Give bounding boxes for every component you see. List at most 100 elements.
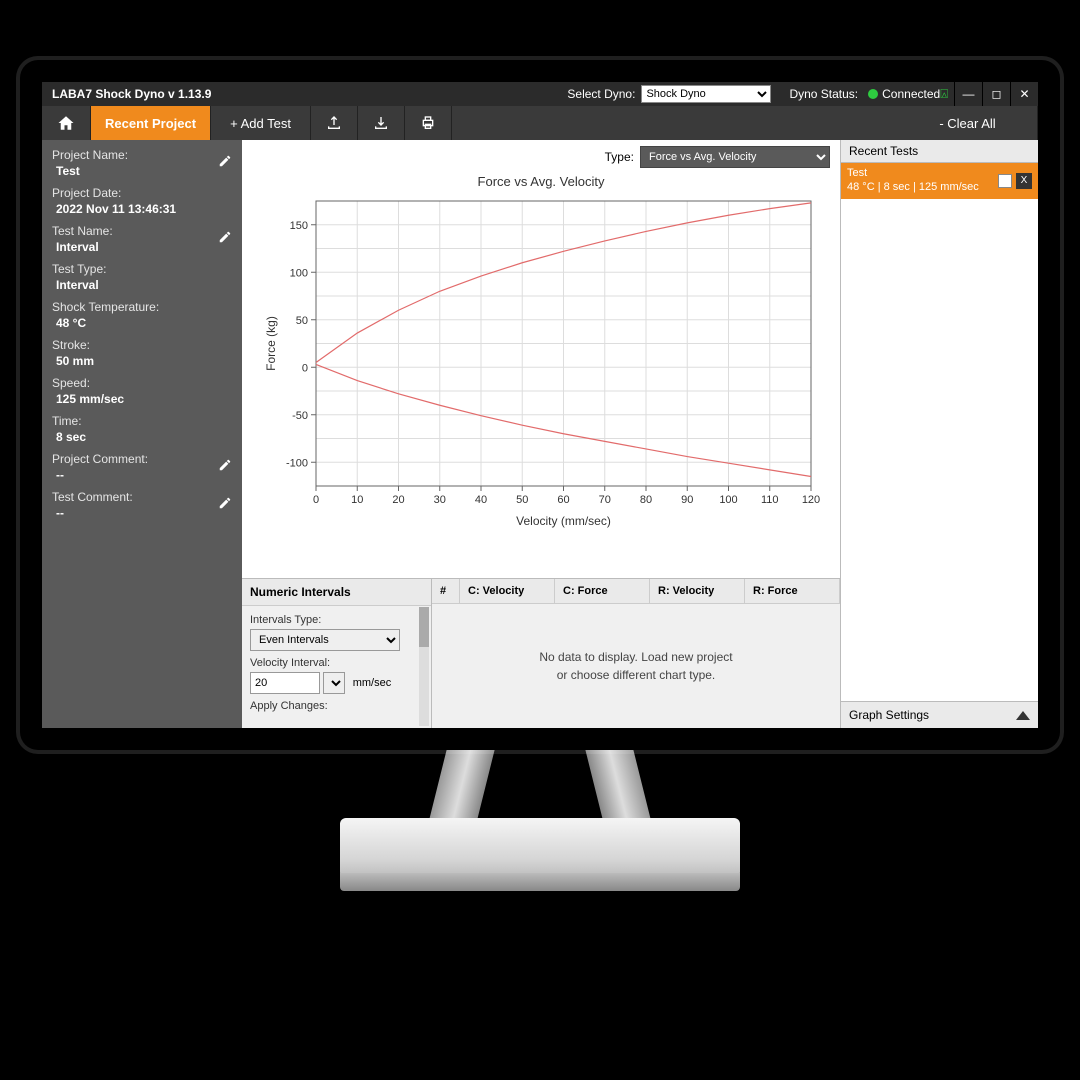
project-property: Test Name: Interval — [52, 224, 232, 254]
project-property: Test Comment: -- — [52, 490, 232, 520]
print-button[interactable] — [405, 106, 452, 140]
property-label: Project Date: — [52, 186, 232, 200]
app-title: LABA7 Shock Dyno v 1.13.9 — [42, 87, 211, 101]
svg-text:70: 70 — [599, 494, 611, 506]
sidebar: Project Name: Test Project Date: 2022 Nov… — [42, 140, 242, 728]
force-velocity-chart: 0102030405060708090100110120-100-5005010… — [250, 191, 832, 531]
velocity-interval-label: Velocity Interval: — [250, 657, 423, 669]
column-header[interactable]: R: Force — [745, 579, 840, 603]
svg-text:90: 90 — [681, 494, 693, 506]
pencil-icon[interactable] — [218, 458, 232, 475]
velocity-unit: mm/sec — [349, 677, 392, 689]
toolbar: Recent Project + Add Test - Clear All — [42, 106, 1038, 140]
scrollbar[interactable] — [419, 607, 429, 726]
export-button[interactable] — [311, 106, 358, 140]
apply-changes-label: Apply Changes: — [250, 700, 423, 712]
velocity-interval-input[interactable] — [250, 672, 320, 694]
title-bar: LABA7 Shock Dyno v 1.13.9 Select Dyno: S… — [42, 82, 1038, 106]
svg-text:50: 50 — [516, 494, 528, 506]
pencil-icon[interactable] — [218, 496, 232, 513]
property-value: 125 mm/sec — [52, 390, 232, 406]
svg-text:80: 80 — [640, 494, 652, 506]
data-grid: #C: VelocityC: ForceR: VelocityR: Force … — [432, 579, 840, 728]
svg-text:50: 50 — [296, 315, 308, 327]
numeric-intervals-panel: Numeric Intervals Intervals Type: Even I… — [242, 579, 432, 728]
intervals-type-label: Intervals Type: — [250, 614, 423, 626]
svg-text:-50: -50 — [292, 410, 308, 422]
project-property: Project Date: 2022 Nov 11 13:46:31 — [52, 186, 232, 216]
column-header[interactable]: # — [432, 579, 460, 603]
dyno-status-value: Connected — [882, 87, 940, 101]
import-button[interactable] — [358, 106, 405, 140]
project-property: Time: 8 sec — [52, 414, 232, 444]
recent-test-checkbox[interactable] — [998, 174, 1012, 188]
right-panel: Recent Tests Test 48 °C | 8 sec | 125 mm… — [840, 140, 1038, 728]
svg-text:Velocity (mm/sec): Velocity (mm/sec) — [516, 514, 611, 528]
close-button[interactable]: ✕ — [1010, 82, 1038, 106]
recent-tests-heading: Recent Tests — [841, 140, 1038, 163]
svg-text:Force (kg): Force (kg) — [264, 316, 278, 371]
svg-text:100: 100 — [719, 494, 737, 506]
property-label: Time: — [52, 414, 232, 428]
pencil-icon[interactable] — [218, 154, 232, 171]
data-grid-empty-message: No data to display. Load new projector c… — [432, 604, 840, 728]
recent-test-meta: 48 °C | 8 sec | 125 mm/sec — [847, 181, 998, 195]
velocity-interval-stepper[interactable] — [323, 672, 345, 694]
dyno-status-label: Dyno Status: — [771, 87, 864, 101]
svg-text:40: 40 — [475, 494, 487, 506]
select-dyno-label: Select Dyno: — [561, 87, 641, 101]
project-property: Project Comment: -- — [52, 452, 232, 482]
property-label: Test Type: — [52, 262, 232, 276]
column-header[interactable]: C: Force — [555, 579, 650, 603]
property-value: 48 °C — [52, 314, 232, 330]
add-test-button[interactable]: + Add Test — [211, 106, 311, 140]
svg-text:-100: -100 — [286, 457, 308, 469]
pencil-icon[interactable] — [218, 230, 232, 247]
minimize-button[interactable]: — — [954, 82, 982, 106]
svg-text:10: 10 — [351, 494, 363, 506]
svg-text:110: 110 — [761, 494, 779, 506]
property-label: Shock Temperature: — [52, 300, 232, 314]
maximize-button[interactable]: ◻ — [982, 82, 1010, 106]
property-value: 8 sec — [52, 428, 232, 444]
usb-icon: ⍓ — [940, 86, 954, 102]
property-label: Project Comment: — [52, 452, 232, 466]
home-button[interactable] — [42, 106, 91, 140]
column-header[interactable]: C: Velocity — [460, 579, 555, 603]
project-property: Stroke: 50 mm — [52, 338, 232, 368]
property-label: Test Name: — [52, 224, 232, 238]
clear-all-button[interactable]: - Clear All — [898, 106, 1038, 140]
numeric-intervals-heading: Numeric Intervals — [242, 579, 431, 606]
svg-text:120: 120 — [802, 494, 820, 506]
property-value: Interval — [52, 238, 232, 254]
graph-settings-toggle[interactable]: Graph Settings — [841, 701, 1038, 728]
project-property: Test Type: Interval — [52, 262, 232, 292]
svg-text:60: 60 — [557, 494, 569, 506]
recent-test-remove-button[interactable]: X — [1016, 173, 1032, 189]
project-property: Shock Temperature: 48 °C — [52, 300, 232, 330]
property-value: Interval — [52, 276, 232, 292]
project-property: Speed: 125 mm/sec — [52, 376, 232, 406]
graph-settings-label: Graph Settings — [849, 708, 929, 722]
project-property: Project Name: Test — [52, 148, 232, 178]
property-value: Test — [52, 162, 232, 178]
chart-type-dropdown[interactable]: Force vs Avg. Velocity — [640, 146, 830, 168]
intervals-type-dropdown[interactable]: Even Intervals — [250, 629, 400, 651]
chart-title: Force vs Avg. Velocity — [250, 174, 832, 189]
column-header[interactable]: R: Velocity — [650, 579, 745, 603]
recent-project-button[interactable]: Recent Project — [91, 106, 211, 140]
select-dyno-dropdown[interactable]: Shock Dyno — [641, 85, 771, 103]
chevron-up-icon — [1016, 711, 1030, 720]
svg-text:20: 20 — [392, 494, 404, 506]
recent-test-item[interactable]: Test 48 °C | 8 sec | 125 mm/sec X — [841, 163, 1038, 199]
recent-test-name: Test — [847, 167, 998, 181]
property-label: Project Name: — [52, 148, 232, 162]
property-label: Speed: — [52, 376, 232, 390]
property-value: 50 mm — [52, 352, 232, 368]
property-label: Stroke: — [52, 338, 232, 352]
svg-text:150: 150 — [290, 220, 308, 232]
property-value: -- — [52, 504, 232, 520]
svg-text:0: 0 — [313, 494, 319, 506]
svg-text:0: 0 — [302, 362, 308, 374]
status-dot-icon — [868, 89, 878, 99]
